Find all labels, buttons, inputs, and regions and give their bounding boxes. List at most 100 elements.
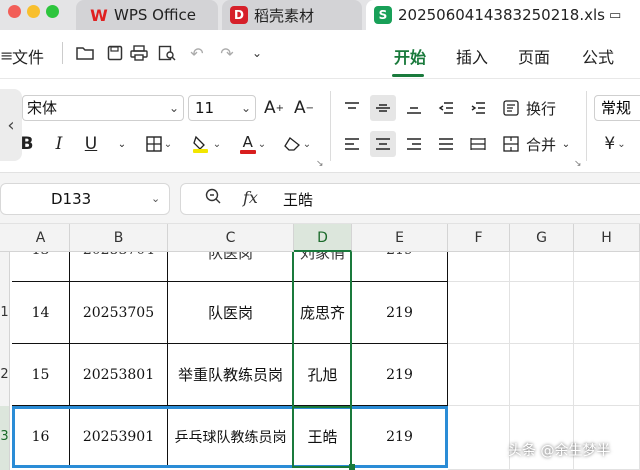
insert-function-icon[interactable]: fx bbox=[243, 188, 258, 207]
cell-c-3[interactable]: 乒乓球队教练员岗 bbox=[168, 406, 294, 468]
empty-cell[interactable] bbox=[448, 252, 510, 282]
cell-e-partial[interactable]: 219 bbox=[352, 252, 448, 282]
zoom-formula-icon[interactable] bbox=[205, 188, 221, 208]
tab-insert[interactable]: 插入 bbox=[456, 44, 488, 68]
empty-cell[interactable] bbox=[448, 406, 510, 470]
merge-cells-icon[interactable] bbox=[500, 131, 522, 157]
row-header-1[interactable]: 1 bbox=[0, 282, 10, 344]
increase-font-icon[interactable]: A + bbox=[262, 95, 286, 121]
zoom-window-button[interactable] bbox=[46, 5, 59, 18]
name-box[interactable]: D133 ⌄ bbox=[0, 183, 170, 215]
font-name-select[interactable]: 宋体 ⌄ bbox=[22, 95, 184, 121]
column-header-d[interactable]: D bbox=[294, 224, 352, 252]
empty-cell[interactable] bbox=[448, 344, 510, 406]
cell-b-1[interactable]: 20253705 bbox=[70, 282, 168, 344]
formula-input-area[interactable]: fx 王皓 bbox=[180, 183, 640, 215]
empty-cell[interactable] bbox=[574, 406, 640, 470]
close-window-button[interactable] bbox=[8, 5, 21, 18]
cell-a-partial[interactable]: 13 bbox=[12, 252, 70, 282]
align-center-icon[interactable] bbox=[370, 131, 396, 157]
cell-a-1[interactable]: 14 bbox=[12, 282, 70, 344]
cell-c-partial[interactable]: 队医岗 bbox=[168, 252, 294, 282]
formula-content[interactable]: 王皓 bbox=[283, 189, 313, 210]
file-menu[interactable]: 文件 bbox=[12, 44, 44, 68]
tab-daoke-material[interactable]: D 稻壳素材 bbox=[222, 0, 362, 30]
bold-button[interactable]: B bbox=[16, 131, 38, 157]
cell-d-partial[interactable]: 刘家俏 bbox=[294, 252, 352, 282]
align-left-icon[interactable] bbox=[340, 131, 364, 157]
decrease-font-icon[interactable]: A − bbox=[292, 95, 316, 121]
alignment-dialog-launcher-icon[interactable]: ↘ bbox=[574, 159, 582, 169]
folder-icon[interactable] bbox=[74, 42, 96, 64]
font-color-button[interactable]: A ⌄ bbox=[234, 131, 272, 157]
row-header-2[interactable]: 2 bbox=[0, 344, 10, 406]
save-icon[interactable] bbox=[104, 42, 126, 64]
borders-button[interactable]: ⌄ bbox=[142, 131, 176, 157]
fill-handle[interactable] bbox=[349, 464, 355, 470]
print-preview-icon[interactable] bbox=[156, 42, 178, 64]
tab-spreadsheet-file[interactable]: S 20250604143832502​18.xls ▭ bbox=[366, 0, 640, 30]
currency-format-button[interactable]: ¥ ⌄ bbox=[600, 131, 630, 157]
underline-options-icon[interactable]: ⌄ bbox=[112, 131, 132, 157]
empty-cell[interactable] bbox=[510, 252, 574, 282]
align-bottom-icon[interactable] bbox=[402, 95, 426, 121]
empty-cell[interactable] bbox=[448, 282, 510, 344]
column-header-a[interactable]: A bbox=[12, 224, 70, 252]
cell-d-3[interactable]: 王皓 bbox=[294, 406, 352, 468]
tab-wps-office[interactable]: W WPS Office bbox=[76, 0, 218, 30]
cell-c-1[interactable]: 队医岗 bbox=[168, 282, 294, 344]
align-right-icon[interactable] bbox=[402, 131, 426, 157]
merge-cells-label[interactable]: 合并 bbox=[526, 134, 556, 155]
cell-d-1[interactable]: 庞思齐 bbox=[294, 282, 352, 344]
column-header-e[interactable]: E bbox=[352, 224, 448, 252]
cell-b-2[interactable]: 20253801 bbox=[70, 344, 168, 406]
tab-home[interactable]: 开始 bbox=[394, 44, 426, 68]
empty-cell[interactable] bbox=[574, 344, 640, 406]
cell-d-2[interactable]: 孔旭 bbox=[294, 344, 352, 406]
empty-cell[interactable] bbox=[574, 252, 640, 282]
wrap-text-label[interactable]: 换行 bbox=[526, 98, 556, 119]
empty-cell[interactable] bbox=[510, 282, 574, 344]
column-header-b[interactable]: B bbox=[70, 224, 168, 252]
fill-color-button[interactable]: ⌄ bbox=[186, 131, 226, 157]
clear-format-icon[interactable]: ⌄ bbox=[280, 131, 314, 157]
font-size-select[interactable]: 11 ⌄ bbox=[188, 95, 256, 121]
cell-e-1[interactable]: 219 bbox=[352, 282, 448, 344]
monitor-icon[interactable]: ▭ bbox=[609, 8, 621, 23]
number-format-select[interactable]: 常规 bbox=[594, 95, 640, 121]
wrap-text-icon[interactable] bbox=[500, 95, 522, 121]
cell-b-partial[interactable]: 20253704 bbox=[70, 252, 168, 282]
empty-cell[interactable] bbox=[510, 406, 574, 470]
empty-cell[interactable] bbox=[510, 344, 574, 406]
tab-formula[interactable]: 公式 bbox=[582, 44, 614, 68]
cell-a-2[interactable]: 15 bbox=[12, 344, 70, 406]
cell-c-2[interactable]: 举重队教练员岗 bbox=[168, 344, 294, 406]
cell-e-2[interactable]: 219 bbox=[352, 344, 448, 406]
underline-button[interactable]: U bbox=[80, 131, 102, 157]
row-header-partial[interactable] bbox=[0, 252, 10, 282]
font-dialog-launcher-icon[interactable]: ↘ bbox=[316, 159, 324, 169]
minimize-window-button[interactable] bbox=[27, 5, 40, 18]
column-header-c[interactable]: C bbox=[168, 224, 294, 252]
column-header-h[interactable]: H bbox=[574, 224, 640, 252]
italic-button[interactable]: I bbox=[48, 131, 70, 157]
row-header-3[interactable]: 3 bbox=[0, 406, 10, 470]
justify-icon[interactable] bbox=[434, 131, 458, 157]
column-header-g[interactable]: G bbox=[510, 224, 574, 252]
align-middle-icon[interactable] bbox=[370, 95, 396, 121]
tab-page[interactable]: 页面 bbox=[518, 44, 550, 68]
increase-indent-icon[interactable] bbox=[466, 95, 490, 121]
print-icon[interactable] bbox=[128, 42, 150, 64]
column-header-f[interactable]: F bbox=[448, 224, 510, 252]
decrease-indent-icon[interactable] bbox=[434, 95, 458, 121]
merge-options-chevron-icon[interactable]: ⌄ bbox=[560, 131, 572, 157]
quick-access-more-icon[interactable]: ⌄ bbox=[246, 42, 268, 64]
redo-icon[interactable]: ↷ bbox=[216, 42, 238, 64]
cell-b-3[interactable]: 20253901 bbox=[70, 406, 168, 468]
empty-cell[interactable] bbox=[574, 282, 640, 344]
distributed-align-icon[interactable] bbox=[466, 131, 490, 157]
align-top-icon[interactable] bbox=[340, 95, 364, 121]
cell-a-3[interactable]: 16 bbox=[12, 406, 70, 468]
cell-e-3[interactable]: 219 bbox=[352, 406, 448, 468]
undo-icon[interactable]: ↶ bbox=[186, 42, 208, 64]
